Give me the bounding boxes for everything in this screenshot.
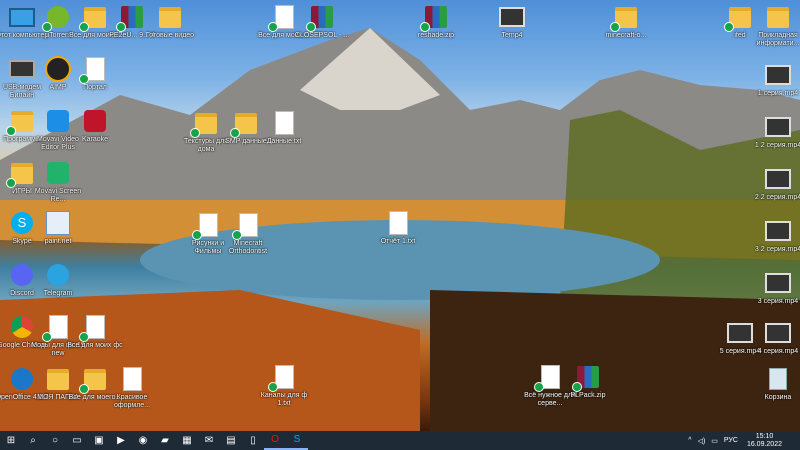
desktop-icon-s4[interactable]: 4 серия.mp4 — [750, 320, 800, 356]
clock-date: 16.09.2022 — [746, 440, 782, 448]
desktop-icon-s32[interactable]: 3 2 серия.mp4 — [750, 218, 800, 254]
document-icon — [119, 366, 145, 392]
desktop-icon-ready-video[interactable]: Готовые видео — [142, 4, 198, 40]
desktop-icon-karaoke[interactable]: Karaoke — [67, 108, 123, 144]
clock-time: 15:10 — [755, 432, 774, 440]
folder-icon — [610, 4, 639, 32]
language-indicator[interactable]: РУС — [724, 437, 738, 444]
desktop-icon-kanaly[interactable]: Каналы для ф 1.txt — [256, 364, 312, 408]
video-icon — [765, 270, 791, 296]
desktop-icon-telegram[interactable]: Telegram — [30, 262, 86, 298]
taskbar-app1-icon[interactable]: ▣ — [88, 431, 110, 450]
video-icon — [765, 218, 791, 244]
desktop-icon-s12[interactable]: 1 2 серия.mp4 — [750, 114, 800, 150]
folder-icon — [190, 110, 219, 138]
search-icon[interactable]: ⌕ — [22, 431, 44, 450]
explorer-icon[interactable]: ▰ — [154, 431, 176, 450]
desktop-icon-s22[interactable]: 2 2 серия.mp4 — [750, 166, 800, 202]
desktop-icon-otchet[interactable]: Отчёт 1.txt — [370, 210, 426, 246]
desktop-icon-portal[interactable]: Портал — [67, 56, 123, 92]
system-tray: ^ ◁) ▭ РУС 15:10 16.09.2022 — [685, 431, 800, 450]
desktop-icon-prikl[interactable]: Прикладная информати... — [750, 4, 800, 48]
desktop-icon-trash[interactable]: Корзина — [750, 366, 800, 402]
desktop: Этот компьютер USB-модем Билайн Программ… — [0, 0, 800, 431]
cortana-icon[interactable]: ○ — [44, 431, 66, 450]
desktop-icon-rar3[interactable]: reshade.zip — [408, 4, 464, 40]
archive-icon — [572, 364, 601, 392]
video-icon — [765, 62, 791, 88]
task-view-icon[interactable]: ▭ — [66, 431, 88, 450]
taskbar: ⊞ ⌕ ○ ▭ ▣ ▶ ◉ ▰ ▦ ✉ ▤ ▯ O S ^ ◁) ▭ РУС 1… — [0, 431, 800, 450]
document-icon — [79, 56, 108, 84]
video-icon — [765, 320, 791, 346]
trash-icon — [765, 366, 791, 392]
calculator-icon[interactable]: ▦ — [176, 431, 198, 450]
folder-icon — [157, 4, 183, 30]
desktop-icon-data-txt[interactable]: Данные.txt — [256, 110, 312, 146]
karaoke-icon — [82, 108, 108, 134]
telegram-icon — [45, 262, 71, 288]
document-icon — [232, 212, 261, 240]
desktop-icon-rar2[interactable]: CLOSEPSOL - ... — [294, 4, 350, 40]
clock[interactable]: 15:10 16.09.2022 — [747, 433, 782, 449]
video-icon — [765, 166, 791, 192]
desktop-icon-krasivoe[interactable]: Красивое оформле... — [104, 366, 160, 410]
video-icon — [499, 4, 525, 30]
archive-icon — [306, 4, 335, 32]
opera-icon[interactable]: O — [264, 431, 286, 450]
movavi-screen-icon — [45, 160, 71, 186]
network-icon[interactable]: ▭ — [711, 437, 718, 445]
video-icon — [765, 114, 791, 140]
taskbar-app2-icon[interactable]: ▶ — [110, 431, 132, 450]
desktop-icon-mc-ortho[interactable]: Minecraft Orthodontist — [220, 212, 276, 256]
desktop-icon-vse[interactable]: Все для моих фс — [67, 314, 123, 350]
document-icon — [192, 212, 221, 240]
file-icon[interactable]: ▯ — [242, 431, 264, 450]
desktop-icon-s3[interactable]: 3 серия.mp4 — [750, 270, 800, 306]
windows-start-icon[interactable]: ⊞ — [0, 431, 22, 450]
edge-icon[interactable]: ◉ — [132, 431, 154, 450]
document-icon — [79, 314, 108, 342]
archive-icon — [420, 4, 449, 32]
desktop-icon-mc-folder[interactable]: minecraft-o... — [598, 4, 654, 40]
desktop-icon-temp4[interactable]: Temp4 — [484, 4, 540, 40]
mail-icon[interactable]: ✉ — [198, 431, 220, 450]
chevron-up-icon[interactable]: ^ — [688, 437, 691, 444]
folder-icon — [765, 4, 791, 30]
store-icon[interactable]: ▤ — [220, 431, 242, 450]
paint-icon — [45, 210, 71, 236]
desktop-icon-movavi-screen[interactable]: Movavi Screen Re... — [30, 160, 86, 204]
desktop-icon-plpack[interactable]: PLPack.zip — [560, 364, 616, 400]
desktop-icon-paintnet[interactable]: paint.net — [30, 210, 86, 246]
volume-icon[interactable]: ◁) — [698, 437, 706, 445]
skype-taskbar-icon[interactable]: S — [286, 431, 308, 450]
desktop-icon-s1[interactable]: 1 серия.mp4 — [750, 62, 800, 98]
document-icon — [271, 110, 297, 136]
document-icon — [385, 210, 411, 236]
document-icon — [268, 364, 297, 392]
